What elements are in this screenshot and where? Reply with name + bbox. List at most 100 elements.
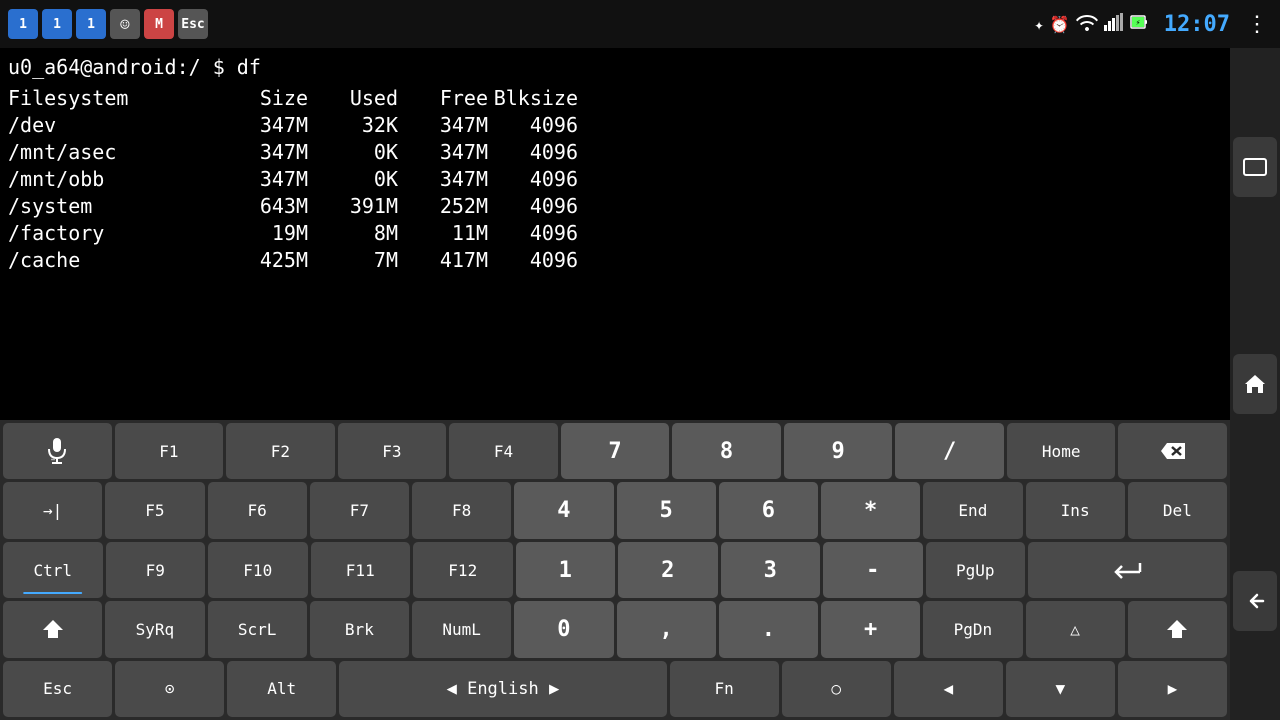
table-cell: 4096 — [488, 112, 578, 139]
numl-key[interactable]: NumL — [412, 601, 511, 657]
shift2-key[interactable] — [1128, 601, 1227, 657]
dot-key[interactable]: . — [719, 601, 818, 657]
overview-button[interactable] — [1233, 137, 1277, 197]
status-bar: 1 1 1 ☺ M Esc ✦ ⏰ — [0, 0, 1280, 48]
table-cell: 11M — [398, 220, 488, 247]
notif-esc: Esc — [178, 9, 208, 39]
table-cell: /factory — [8, 220, 208, 247]
slash-key[interactable]: / — [895, 423, 1004, 479]
esc-key[interactable]: Esc — [3, 661, 112, 717]
triangle-key[interactable]: △ — [1026, 601, 1125, 657]
end-key[interactable]: End — [923, 482, 1022, 538]
f11-key[interactable]: F11 — [311, 542, 411, 598]
6-key[interactable]: 6 — [719, 482, 818, 538]
col-used: Used — [308, 85, 398, 112]
8-key[interactable]: 8 — [672, 423, 781, 479]
f8-key[interactable]: F8 — [412, 482, 511, 538]
status-time: 12:07 — [1164, 12, 1230, 37]
keyboard-row-3: Ctrl F9 F10 F11 F12 1 2 3 - PgUp — [3, 542, 1227, 598]
table-cell: 4096 — [488, 247, 578, 274]
home-circle-key[interactable]: ○ — [782, 661, 891, 717]
1-key[interactable]: 1 — [516, 542, 616, 598]
f5-key[interactable]: F5 — [105, 482, 204, 538]
pgup-key[interactable]: PgUp — [926, 542, 1026, 598]
wifi-icon — [1076, 13, 1098, 35]
notif-1: 1 — [8, 9, 38, 39]
plus-key[interactable]: + — [821, 601, 920, 657]
comma-key[interactable]: , — [617, 601, 716, 657]
f10-key[interactable]: F10 — [208, 542, 308, 598]
3-key[interactable]: 3 — [721, 542, 821, 598]
shift-key[interactable] — [3, 601, 102, 657]
table-cell: 347M — [398, 112, 488, 139]
9-key[interactable]: 9 — [784, 423, 893, 479]
home-key[interactable]: Home — [1007, 423, 1116, 479]
0-key[interactable]: 0 — [514, 601, 613, 657]
f2-key[interactable]: F2 — [226, 423, 335, 479]
table-cell: 347M — [208, 139, 308, 166]
ins-key[interactable]: Ins — [1026, 482, 1125, 538]
tab-key[interactable]: →| — [3, 482, 102, 538]
mic-key[interactable] — [3, 423, 112, 479]
notif-mail: M — [144, 9, 174, 39]
language-label: English — [467, 679, 539, 699]
table-row: /cache425M7M417M4096 — [8, 247, 1222, 274]
nav-fwd-key[interactable]: ▶ — [1118, 661, 1227, 717]
ctrl-key[interactable]: Ctrl — [3, 542, 103, 598]
table-cell: 347M — [208, 166, 308, 193]
backspace-key[interactable] — [1118, 423, 1227, 479]
star-key[interactable]: * — [821, 482, 920, 538]
keyboard-row-2: →| F5 F6 F7 F8 4 5 6 * End Ins Del — [3, 482, 1227, 538]
f1-key[interactable]: F1 — [115, 423, 224, 479]
2-key[interactable]: 2 — [618, 542, 718, 598]
terminal-prompt: u0_a64@android:/ $ df — [8, 54, 1222, 81]
table-cell: 347M — [398, 139, 488, 166]
table-cell: 7M — [308, 247, 398, 274]
alarm-icon: ⏰ — [1050, 15, 1070, 34]
f12-key[interactable]: F12 — [413, 542, 513, 598]
table-cell: 417M — [398, 247, 488, 274]
table-cell: /dev — [8, 112, 208, 139]
table-cell: 4096 — [488, 166, 578, 193]
table-header: Filesystem Size Used Free Blksize — [8, 85, 1222, 112]
fn-key[interactable]: Fn — [670, 661, 779, 717]
enter-key[interactable] — [1028, 542, 1227, 598]
pgdn-key[interactable]: PgDn — [923, 601, 1022, 657]
nav-down-key[interactable]: ▼ — [1006, 661, 1115, 717]
notif-2: 1 — [42, 9, 72, 39]
del-key[interactable]: Del — [1128, 482, 1227, 538]
table-row: /mnt/asec347M0K347M4096 — [8, 139, 1222, 166]
terminal-table: Filesystem Size Used Free Blksize /dev34… — [8, 85, 1222, 274]
table-cell: 0K — [308, 139, 398, 166]
f3-key[interactable]: F3 — [338, 423, 447, 479]
minus-key[interactable]: - — [823, 542, 923, 598]
f6-key[interactable]: F6 — [208, 482, 307, 538]
home-button[interactable] — [1233, 354, 1277, 414]
4-key[interactable]: 4 — [514, 482, 613, 538]
back-button[interactable] — [1233, 571, 1277, 631]
f9-key[interactable]: F9 — [106, 542, 206, 598]
bluetooth-icon: ✦ — [1034, 15, 1044, 34]
terminal: u0_a64@android:/ $ df Filesystem Size Us… — [0, 48, 1230, 420]
svg-text:⚡: ⚡ — [1135, 18, 1140, 27]
brk-key[interactable]: Brk — [310, 601, 409, 657]
notif-3: 1 — [76, 9, 106, 39]
scrl-key[interactable]: ScrL — [208, 601, 307, 657]
keyboard-row-1: F1 F2 F3 F4 7 8 9 / Home — [3, 423, 1227, 479]
7-key[interactable]: 7 — [561, 423, 670, 479]
status-menu[interactable]: ⋮ — [1246, 12, 1268, 37]
table-cell: 0K — [308, 166, 398, 193]
alt-key[interactable]: Alt — [227, 661, 336, 717]
circle-dot-key[interactable]: ⊙ — [115, 661, 224, 717]
f7-key[interactable]: F7 — [310, 482, 409, 538]
col-free: Free — [398, 85, 488, 112]
keyboard-row-5: Esc ⊙ Alt ◀ English ▶ Fn ○ ◀ ▼ ▶ — [3, 661, 1227, 717]
f4-key[interactable]: F4 — [449, 423, 558, 479]
notification-icons: 1 1 1 ☺ M Esc — [8, 0, 208, 48]
nav-back-key[interactable]: ◀ — [894, 661, 1003, 717]
sysrq-key[interactable]: SyRq — [105, 601, 204, 657]
language-key[interactable]: ◀ English ▶ — [339, 661, 666, 717]
5-key[interactable]: 5 — [617, 482, 716, 538]
table-cell: /system — [8, 193, 208, 220]
table-row: /dev347M32K347M4096 — [8, 112, 1222, 139]
